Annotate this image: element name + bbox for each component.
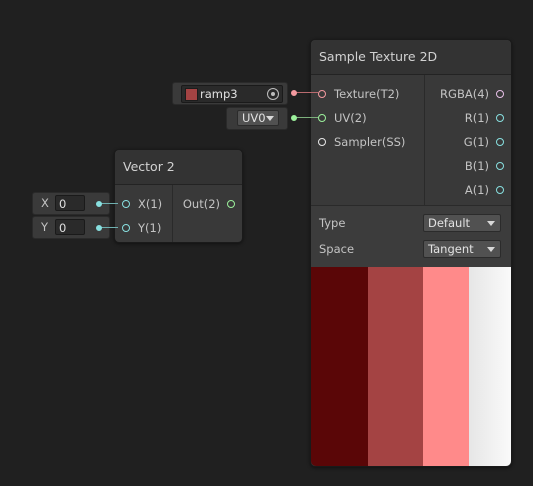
uv-connector-line — [294, 117, 318, 118]
texture-field-port-dot[interactable] — [291, 90, 297, 96]
output-port-r[interactable]: R(1) — [425, 108, 511, 128]
texture-swatch — [185, 88, 198, 101]
y-field-port-dot[interactable] — [96, 225, 102, 231]
port-dot[interactable] — [496, 114, 504, 122]
object-picker-icon[interactable] — [267, 88, 279, 100]
texture-connector-line — [294, 92, 318, 93]
chevron-down-icon — [487, 247, 495, 252]
port-label: Texture(T2) — [334, 87, 400, 101]
y-value-input[interactable]: 0 — [55, 219, 85, 235]
chevron-down-icon — [266, 116, 274, 121]
port-label: Out(2) — [182, 197, 220, 211]
uv-field-port-dot[interactable] — [291, 115, 297, 121]
port-dot[interactable] — [318, 114, 326, 122]
uv-dropdown-value: UV0 — [242, 111, 266, 125]
x-connector-line — [100, 203, 118, 204]
vector2-node[interactable]: Vector 2 X(1) Y(1) Out(2) — [114, 149, 243, 243]
output-port-rgba[interactable]: RGBA(4) — [425, 84, 511, 104]
x-value-input[interactable]: 0 — [55, 195, 85, 211]
port-dot[interactable] — [496, 186, 504, 194]
space-dropdown[interactable]: Tangent — [423, 240, 501, 258]
texture-preview — [311, 267, 511, 466]
type-label: Type — [319, 216, 346, 230]
preview-band — [469, 267, 511, 466]
port-dot[interactable] — [227, 200, 235, 208]
sample-texture-2d-node[interactable]: Sample Texture 2D Texture(T2) UV(2) Samp… — [310, 39, 512, 467]
texture-name: ramp3 — [200, 87, 238, 101]
port-dot[interactable] — [496, 90, 504, 98]
output-port-a[interactable]: A(1) — [425, 180, 511, 200]
texture-object-field[interactable]: ramp3 — [181, 85, 283, 103]
port-label: UV(2) — [334, 111, 367, 125]
port-dot[interactable] — [496, 138, 504, 146]
node-title[interactable]: Vector 2 — [115, 150, 242, 185]
chevron-down-icon — [487, 221, 495, 226]
port-label: Y(1) — [138, 221, 162, 235]
node-title[interactable]: Sample Texture 2D — [311, 40, 511, 75]
x-field-label: X — [41, 196, 49, 210]
port-label: B(1) — [464, 159, 489, 173]
input-port-sampler[interactable]: Sampler(SS) — [311, 132, 424, 152]
uv-inline-field[interactable]: UV0 — [226, 107, 288, 130]
port-label: R(1) — [464, 111, 489, 125]
input-port-x[interactable]: X(1) — [115, 194, 172, 214]
type-dropdown-value: Default — [428, 216, 471, 230]
preview-band — [423, 267, 469, 466]
y-connector-line — [100, 227, 118, 228]
uv-dropdown[interactable]: UV0 — [237, 110, 279, 126]
port-label: RGBA(4) — [440, 87, 489, 101]
space-label: Space — [319, 242, 355, 256]
port-dot[interactable] — [496, 162, 504, 170]
port-label: X(1) — [138, 197, 163, 211]
output-port-b[interactable]: B(1) — [425, 156, 511, 176]
port-dot[interactable] — [122, 224, 130, 232]
output-port-out[interactable]: Out(2) — [173, 194, 242, 214]
preview-band — [368, 267, 423, 466]
input-port-y[interactable]: Y(1) — [115, 218, 172, 238]
space-dropdown-value: Tangent — [428, 242, 474, 256]
y-field-label: Y — [41, 220, 49, 234]
object-picker-dot — [271, 92, 275, 96]
output-port-g[interactable]: G(1) — [425, 132, 511, 152]
type-dropdown[interactable]: Default — [423, 214, 501, 232]
x-field-port-dot[interactable] — [96, 201, 102, 207]
texture-inline-field[interactable]: ramp3 — [172, 82, 288, 105]
port-label: G(1) — [463, 135, 489, 149]
port-dot[interactable] — [122, 200, 130, 208]
port-label: Sampler(SS) — [334, 135, 406, 149]
port-dot[interactable] — [318, 90, 326, 98]
port-label: A(1) — [464, 183, 489, 197]
input-port-texture[interactable]: Texture(T2) — [311, 84, 424, 104]
port-dot[interactable] — [318, 138, 326, 146]
preview-band — [311, 267, 368, 466]
node-settings: Type Default Space Tangent — [311, 205, 511, 268]
input-port-uv[interactable]: UV(2) — [311, 108, 424, 128]
